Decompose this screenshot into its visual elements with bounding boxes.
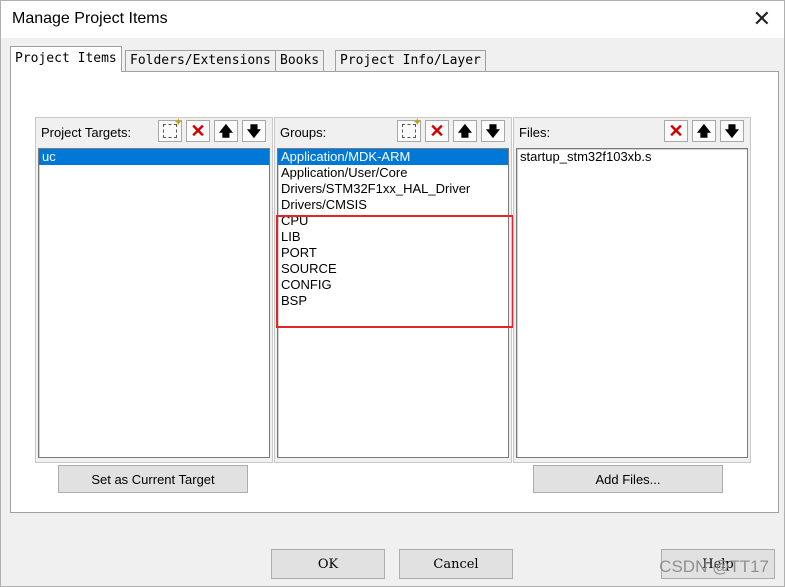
move-down-group-button[interactable]: 🡇 [481, 120, 505, 142]
set-current-target-button[interactable]: Set as Current Target [58, 465, 248, 493]
move-up-icon: 🡅 [457, 123, 473, 139]
files-label: Files: [519, 125, 551, 140]
files-header: Files: ✕ 🡅 🡇 [516, 120, 748, 142]
delete-icon: ✕ [668, 121, 684, 141]
targets-list[interactable]: uc [38, 148, 270, 458]
groups-header: Groups: ✕ 🡅 🡇 [277, 117, 509, 142]
move-up-group-button[interactable]: 🡅 [453, 120, 477, 142]
tab-project-info-layer[interactable]: Project Info/Layer [335, 50, 486, 71]
list-item[interactable]: startup_stm32f103xb.s [517, 149, 747, 165]
close-icon[interactable]: ✕ [753, 6, 771, 32]
list-item[interactable]: Application/User/Core [278, 165, 508, 181]
move-up-file-button[interactable]: 🡅 [692, 120, 716, 142]
move-down-icon: 🡇 [724, 123, 740, 139]
list-item[interactable]: CPU [278, 213, 508, 229]
targets-label: Project Targets: [41, 125, 132, 140]
move-down-icon: 🡇 [246, 123, 262, 139]
delete-target-button[interactable]: ✕ [186, 120, 210, 142]
groups-list[interactable]: Application/MDK-ARM Application/User/Cor… [277, 148, 509, 458]
list-item[interactable]: CONFIG [278, 277, 508, 293]
move-down-icon: 🡇 [485, 123, 501, 139]
new-group-button[interactable] [397, 117, 421, 142]
watermark: CSDN @TT17 [659, 557, 769, 576]
tab-project-items[interactable]: Project Items [10, 46, 122, 72]
list-item[interactable]: Drivers/CMSIS [278, 197, 508, 213]
add-files-button[interactable]: Add Files... [533, 465, 723, 493]
cancel-button[interactable]: Cancel [399, 549, 513, 579]
move-up-icon: 🡅 [696, 123, 712, 139]
new-icon [163, 117, 182, 138]
move-up-target-button[interactable]: 🡅 [214, 120, 238, 142]
move-down-target-button[interactable]: 🡇 [242, 120, 266, 142]
tab-folders-extensions[interactable]: Folders/Extensions [125, 50, 276, 71]
list-item[interactable]: LIB [278, 229, 508, 245]
move-down-file-button[interactable]: 🡇 [720, 120, 744, 142]
new-target-button[interactable] [158, 117, 182, 142]
targets-header: Project Targets: ✕ 🡅 🡇 [38, 117, 270, 142]
files-list[interactable]: startup_stm32f103xb.s [516, 148, 748, 458]
list-item[interactable]: Application/MDK-ARM [278, 149, 508, 165]
list-item[interactable]: SOURCE [278, 261, 508, 277]
list-item[interactable]: BSP [278, 293, 508, 309]
list-item[interactable]: PORT [278, 245, 508, 261]
new-icon [402, 117, 421, 138]
tab-books[interactable]: Books [275, 50, 325, 71]
ok-button[interactable]: OK [271, 549, 385, 579]
delete-group-button[interactable]: ✕ [425, 120, 449, 142]
delete-icon: ✕ [190, 121, 206, 141]
delete-file-button[interactable]: ✕ [664, 120, 688, 142]
delete-icon: ✕ [429, 121, 445, 141]
list-item[interactable]: Drivers/STM32F1xx_HAL_Driver [278, 181, 508, 197]
move-up-icon: 🡅 [218, 123, 234, 139]
title-bar: Manage Project Items ✕ [0, 0, 785, 38]
window-title: Manage Project Items [12, 10, 168, 27]
groups-label: Groups: [280, 125, 327, 140]
list-item[interactable]: uc [39, 149, 269, 165]
